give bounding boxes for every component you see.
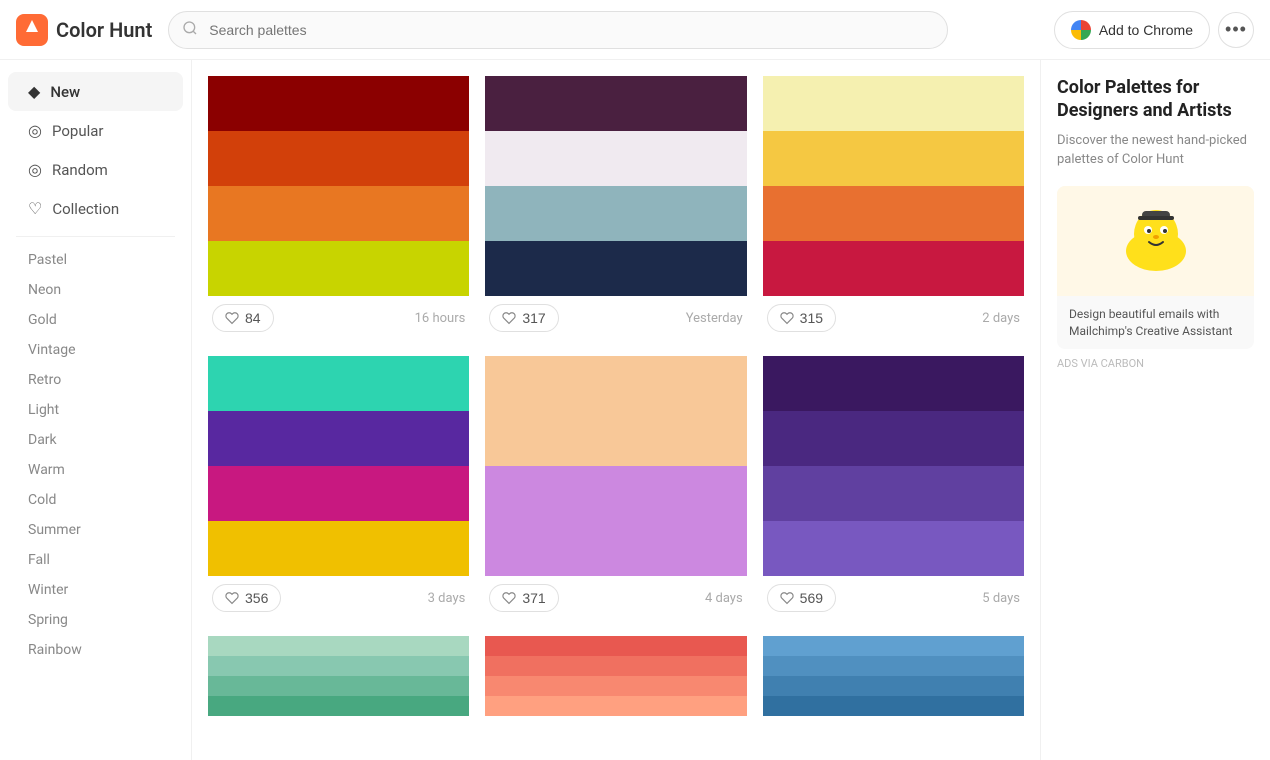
palette-meta-4: 356 3 days bbox=[208, 576, 469, 620]
sidebar-item-popular-label: Popular bbox=[52, 122, 104, 140]
time-label-4: 3 days bbox=[428, 591, 466, 606]
ad-image bbox=[1057, 186, 1254, 296]
sidebar-tag-summer[interactable]: Summer bbox=[8, 515, 183, 545]
sidebar-tag-fall[interactable]: Fall bbox=[8, 545, 183, 575]
like-button-6[interactable]: 569 bbox=[767, 584, 836, 612]
sidebar-tag-dark[interactable]: Dark bbox=[8, 425, 183, 455]
promo-title: Color Palettes for Designers and Artists bbox=[1057, 76, 1254, 123]
add-to-chrome-label: Add to Chrome bbox=[1099, 22, 1193, 38]
time-label-3: 2 days bbox=[982, 311, 1020, 326]
collection-icon: ♡ bbox=[28, 199, 42, 218]
random-icon: ◎ bbox=[28, 160, 42, 179]
search-input[interactable] bbox=[168, 11, 948, 49]
palette-colors-4 bbox=[208, 356, 469, 576]
sidebar-tag-winter[interactable]: Winter bbox=[8, 575, 183, 605]
like-button-4[interactable]: 356 bbox=[212, 584, 281, 612]
time-label-6: 5 days bbox=[982, 591, 1020, 606]
like-count-4: 356 bbox=[245, 590, 268, 606]
palette-card[interactable] bbox=[485, 636, 746, 716]
popular-icon: ◎ bbox=[28, 121, 42, 140]
like-count-5: 371 bbox=[522, 590, 545, 606]
search-bar bbox=[168, 11, 948, 49]
search-icon bbox=[182, 20, 198, 40]
like-count-6: 569 bbox=[800, 590, 823, 606]
sidebar-tag-gold[interactable]: Gold bbox=[8, 305, 183, 335]
palette-colors-1 bbox=[208, 76, 469, 296]
palette-colors-5 bbox=[485, 356, 746, 576]
palette-card[interactable] bbox=[208, 636, 469, 716]
sidebar-item-popular[interactable]: ◎ Popular bbox=[8, 111, 183, 150]
palette-colors-9 bbox=[763, 636, 1024, 716]
palette-colors-3 bbox=[763, 76, 1024, 296]
palette-card[interactable]: 84 16 hours bbox=[208, 76, 469, 340]
logo-text: Color Hunt bbox=[56, 18, 152, 42]
palette-meta-6: 569 5 days bbox=[763, 576, 1024, 620]
more-button[interactable]: ••• bbox=[1218, 12, 1254, 48]
like-button-2[interactable]: 317 bbox=[489, 304, 558, 332]
mailchimp-illustration bbox=[1106, 196, 1206, 286]
ads-via-carbon-label: ADS VIA CARBON bbox=[1057, 357, 1254, 370]
logo-icon bbox=[16, 14, 48, 46]
sidebar-item-new[interactable]: ◆ New bbox=[8, 72, 183, 111]
palette-meta-2: 317 Yesterday bbox=[485, 296, 746, 340]
add-to-chrome-button[interactable]: Add to Chrome bbox=[1054, 11, 1210, 49]
logo-link[interactable]: Color Hunt bbox=[16, 14, 152, 46]
time-label-1: 16 hours bbox=[415, 311, 466, 326]
palette-colors-7 bbox=[208, 636, 469, 716]
palette-meta-1: 84 16 hours bbox=[208, 296, 469, 340]
sidebar-tag-spring[interactable]: Spring bbox=[8, 605, 183, 635]
palette-meta-5: 371 4 days bbox=[485, 576, 746, 620]
like-button-5[interactable]: 371 bbox=[489, 584, 558, 612]
sidebar-tag-retro[interactable]: Retro bbox=[8, 365, 183, 395]
sidebar-tag-light[interactable]: Light bbox=[8, 395, 183, 425]
like-count-1: 84 bbox=[245, 310, 261, 326]
palette-grid: 84 16 hours 317 Yesterday bbox=[208, 76, 1024, 716]
palette-meta-3: 315 2 days bbox=[763, 296, 1024, 340]
sidebar-item-collection-label: Collection bbox=[52, 200, 119, 218]
sidebar-item-random[interactable]: ◎ Random bbox=[8, 150, 183, 189]
palette-content: 84 16 hours 317 Yesterday bbox=[192, 60, 1040, 760]
sidebar-tag-warm[interactable]: Warm bbox=[8, 455, 183, 485]
palette-card[interactable]: 371 4 days bbox=[485, 356, 746, 620]
palette-card[interactable] bbox=[763, 636, 1024, 716]
sidebar: ◆ New ◎ Popular ◎ Random ♡ Collection Pa… bbox=[0, 60, 192, 760]
like-button-3[interactable]: 315 bbox=[767, 304, 836, 332]
chrome-icon bbox=[1071, 20, 1091, 40]
sidebar-item-random-label: Random bbox=[52, 161, 108, 179]
header-right: Add to Chrome ••• bbox=[1054, 11, 1254, 49]
palette-card[interactable]: 569 5 days bbox=[763, 356, 1024, 620]
time-label-5: 4 days bbox=[705, 591, 743, 606]
sidebar-tag-rainbow[interactable]: Rainbow bbox=[8, 635, 183, 665]
like-button-1[interactable]: 84 bbox=[212, 304, 274, 332]
palette-colors-6 bbox=[763, 356, 1024, 576]
sidebar-divider bbox=[16, 236, 175, 237]
header: Color Hunt Add to Chrome ••• bbox=[0, 0, 1270, 60]
palette-colors-8 bbox=[485, 636, 746, 716]
new-icon: ◆ bbox=[28, 82, 40, 101]
sidebar-tag-neon[interactable]: Neon bbox=[8, 275, 183, 305]
sidebar-tag-vintage[interactable]: Vintage bbox=[8, 335, 183, 365]
palette-card[interactable]: 356 3 days bbox=[208, 356, 469, 620]
ad-text: Design beautiful emails with Mailchimp's… bbox=[1057, 296, 1254, 350]
right-sidebar: Color Palettes for Designers and Artists… bbox=[1040, 60, 1270, 760]
like-count-3: 315 bbox=[800, 310, 823, 326]
ad-card[interactable]: Design beautiful emails with Mailchimp's… bbox=[1057, 186, 1254, 350]
main-layout: ◆ New ◎ Popular ◎ Random ♡ Collection Pa… bbox=[0, 60, 1270, 760]
sidebar-item-new-label: New bbox=[50, 83, 80, 101]
sidebar-item-collection[interactable]: ♡ Collection bbox=[8, 189, 183, 228]
time-label-2: Yesterday bbox=[686, 311, 743, 326]
promo-description: Discover the newest hand-picked palettes… bbox=[1057, 131, 1254, 170]
sidebar-tag-cold[interactable]: Cold bbox=[8, 485, 183, 515]
sidebar-tag-pastel[interactable]: Pastel bbox=[8, 245, 183, 275]
palette-card[interactable]: 315 2 days bbox=[763, 76, 1024, 340]
palette-colors-2 bbox=[485, 76, 746, 296]
like-count-2: 317 bbox=[522, 310, 545, 326]
palette-card[interactable]: 317 Yesterday bbox=[485, 76, 746, 340]
